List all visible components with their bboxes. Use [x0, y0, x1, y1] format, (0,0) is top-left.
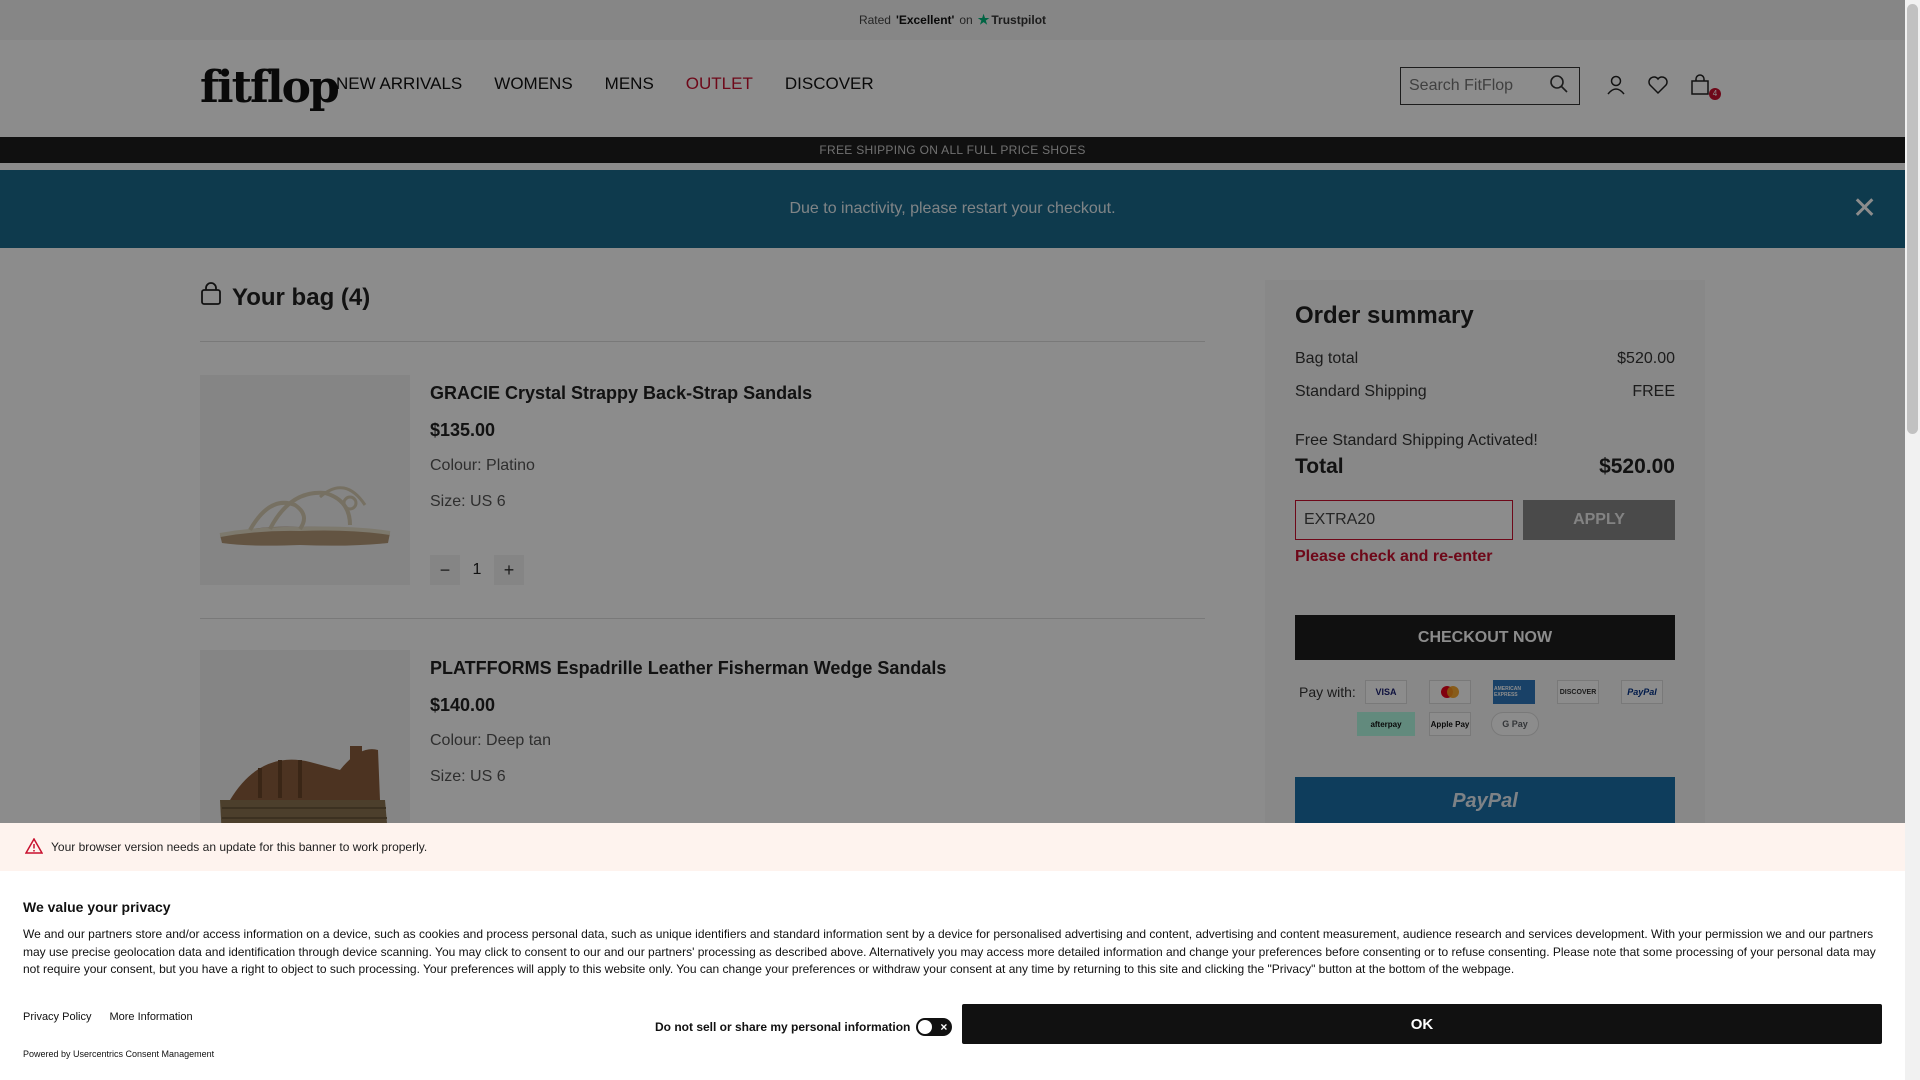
- more-information-link[interactable]: More Information: [109, 1011, 192, 1023]
- do-not-sell-label: Do not sell or share my personal informa…: [655, 1020, 911, 1034]
- page: Rated 'Excellent' on ★ Trustpilot fitflo…: [0, 0, 1905, 1080]
- browser-warning-text: Your browser version needs an update for…: [51, 840, 428, 854]
- consent-ok-button[interactable]: OK: [962, 1004, 1882, 1044]
- powered-by-usercentrics: Powered by Usercentrics Consent Manageme…: [23, 1049, 215, 1059]
- do-not-sell-toggle-group: Do not sell or share my personal informa…: [655, 1018, 953, 1036]
- toggle-off-icon: ×: [940, 1020, 948, 1034]
- consent-links: Privacy Policy More Information: [23, 1011, 193, 1023]
- privacy-consent-banner: We value your privacy We and our partner…: [0, 871, 1905, 1080]
- privacy-policy-link[interactable]: Privacy Policy: [23, 1011, 91, 1023]
- consent-title: We value your privacy: [23, 899, 171, 915]
- browser-warning-banner: Your browser version needs an update for…: [0, 823, 1905, 871]
- warning-icon: [24, 836, 44, 857]
- consent-body: We and our partners store and/or access …: [23, 927, 1876, 976]
- scrollbar-thumb[interactable]: [1907, 4, 1918, 434]
- toggle-knob: [918, 1020, 933, 1034]
- do-not-sell-toggle[interactable]: ×: [916, 1018, 953, 1036]
